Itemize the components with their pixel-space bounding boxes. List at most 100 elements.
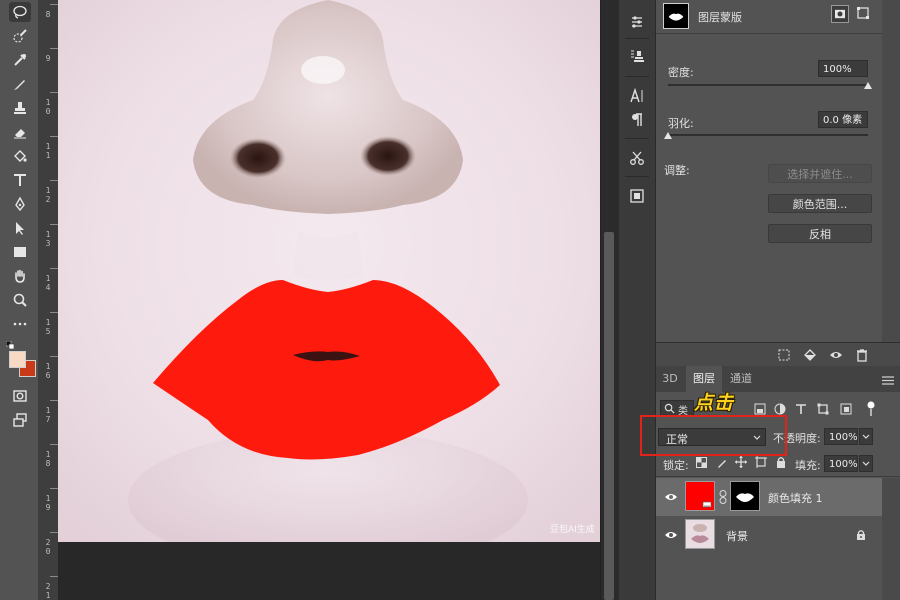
eraser-tool-icon[interactable] bbox=[9, 122, 31, 142]
more-tools-icon[interactable] bbox=[9, 314, 31, 334]
character-panel-icon[interactable] bbox=[627, 86, 647, 106]
filter-adjustment-icon[interactable] bbox=[774, 403, 786, 415]
feather-field[interactable]: 0.0 像素 bbox=[818, 111, 868, 128]
ruler-label: 1 4 bbox=[45, 274, 51, 292]
libraries-icon[interactable] bbox=[627, 186, 647, 206]
quick-mask-icon[interactable] bbox=[9, 386, 31, 406]
properties-panel: 图层蒙版 密度: 100% 羽化: 0.0 像素 调整: 选择并遮住... 颜色… bbox=[656, 0, 882, 342]
ruler-label: 9 bbox=[45, 54, 51, 63]
layer-mask-thumbnail[interactable] bbox=[730, 481, 760, 511]
filter-toggle-icon[interactable] bbox=[866, 401, 876, 417]
eye-icon[interactable] bbox=[664, 528, 678, 542]
ruler-label: 2 0 bbox=[45, 538, 51, 556]
layer-fill-thumbnail[interactable] bbox=[685, 481, 715, 511]
feather-slider-thumb[interactable] bbox=[664, 132, 672, 139]
ruler-label: 1 6 bbox=[45, 362, 51, 380]
lock-image-pixels-icon[interactable] bbox=[716, 456, 728, 468]
panel-icon-strip bbox=[619, 0, 656, 600]
lock-icon[interactable] bbox=[856, 529, 866, 541]
opacity-dropdown[interactable] bbox=[859, 428, 873, 445]
foreground-color-swatch[interactable] bbox=[9, 351, 26, 368]
tools-panel bbox=[0, 0, 39, 600]
opacity-field[interactable]: 100% bbox=[824, 428, 858, 445]
density-slider-thumb[interactable] bbox=[864, 82, 872, 89]
pen-tool-icon[interactable] bbox=[9, 194, 31, 214]
properties-scrollbar[interactable] bbox=[882, 0, 900, 342]
density-slider-track[interactable] bbox=[668, 84, 868, 86]
delete-mask-icon[interactable] bbox=[854, 347, 870, 363]
ruler-label: 1 7 bbox=[45, 406, 51, 424]
eyedropper-tool-icon[interactable] bbox=[9, 50, 31, 70]
clone-stamp-tool-icon[interactable] bbox=[9, 98, 31, 118]
adjustments-sliders-icon[interactable] bbox=[627, 12, 647, 32]
highlight-box bbox=[640, 415, 787, 456]
eye-icon[interactable] bbox=[664, 490, 678, 504]
ruler-label: 1 5 bbox=[45, 318, 51, 336]
link-icon[interactable] bbox=[719, 490, 727, 504]
paragraph-panel-icon[interactable] bbox=[627, 110, 647, 130]
search-icon bbox=[664, 403, 675, 414]
select-and-mask-button[interactable]: 选择并遮住... bbox=[768, 164, 872, 183]
document-canvas[interactable]: 豆包AI生成 bbox=[58, 0, 600, 542]
ruler-label: 2 1 bbox=[45, 582, 51, 600]
properties-footer bbox=[656, 342, 900, 367]
filter-pixel-icon[interactable] bbox=[754, 403, 766, 415]
invert-button[interactable]: 反相 bbox=[768, 224, 872, 243]
quick-selection-tool-icon[interactable] bbox=[9, 26, 31, 46]
zoom-tool-icon[interactable] bbox=[9, 290, 31, 310]
rectangle-tool-icon[interactable] bbox=[9, 242, 31, 262]
ruler-label: 1 8 bbox=[45, 450, 51, 468]
toggle-mask-visibility-icon[interactable] bbox=[828, 347, 844, 363]
feather-slider-track[interactable] bbox=[668, 134, 868, 136]
face-photo-image: 豆包AI生成 bbox=[58, 0, 600, 542]
default-colors-icon[interactable] bbox=[5, 339, 15, 350]
layer-row-color-fill[interactable]: 颜色填充 1 bbox=[656, 478, 882, 516]
filter-smart-object-icon[interactable] bbox=[840, 403, 852, 415]
tool-presets-icon[interactable] bbox=[627, 148, 647, 168]
pixel-mask-icon[interactable] bbox=[831, 5, 849, 23]
fill-label: 填充: bbox=[795, 459, 821, 472]
background-layer-thumbnail[interactable] bbox=[685, 519, 715, 549]
hand-tool-icon[interactable] bbox=[9, 266, 31, 286]
load-selection-icon[interactable] bbox=[776, 347, 792, 363]
chevron-down-icon bbox=[862, 434, 870, 439]
layer-row-background[interactable]: 背景 bbox=[656, 516, 882, 554]
click-hint-label: 点击 bbox=[694, 392, 735, 414]
lock-label: 锁定: bbox=[663, 459, 689, 472]
panel-menu-icon[interactable] bbox=[882, 375, 894, 385]
properties-title: 图层蒙版 bbox=[698, 11, 742, 24]
lasso-tool-icon[interactable] bbox=[9, 2, 31, 22]
canvas-scroll-thumb[interactable] bbox=[604, 232, 614, 600]
canvas-pasteboard bbox=[58, 542, 600, 600]
color-range-button[interactable]: 颜色范围... bbox=[768, 194, 872, 213]
screen-mode-icon[interactable] bbox=[9, 410, 31, 430]
type-tool-icon[interactable] bbox=[9, 170, 31, 190]
lock-transparent-icon[interactable] bbox=[696, 457, 707, 468]
layers-scrollbar[interactable] bbox=[882, 478, 900, 600]
layers-tab-bar: 3D 图层 通道 bbox=[656, 366, 900, 392]
mask-thumbnail[interactable] bbox=[663, 3, 689, 29]
adjust-label: 调整: bbox=[664, 164, 690, 177]
tab-3d[interactable]: 3D bbox=[656, 366, 684, 392]
paint-bucket-tool-icon[interactable] bbox=[9, 146, 31, 166]
lock-position-icon[interactable] bbox=[735, 456, 747, 468]
ruler-label: 1 3 bbox=[45, 230, 51, 248]
clone-source-icon[interactable] bbox=[627, 46, 647, 66]
filter-type-icon[interactable] bbox=[795, 403, 807, 415]
ruler-label: 8 bbox=[45, 10, 51, 19]
filter-shape-icon[interactable] bbox=[817, 403, 829, 415]
ruler-label: 1 1 bbox=[45, 142, 51, 160]
brush-tool-icon[interactable] bbox=[9, 74, 31, 94]
fill-field[interactable]: 100% bbox=[824, 455, 858, 472]
density-field[interactable]: 100% bbox=[818, 60, 868, 77]
feather-label: 羽化: bbox=[668, 117, 694, 130]
fill-dropdown[interactable] bbox=[859, 455, 873, 472]
lock-artboard-icon[interactable] bbox=[755, 456, 767, 468]
vector-mask-icon[interactable] bbox=[856, 6, 872, 22]
vertical-ruler: 8 9 1 0 1 1 1 2 1 3 1 4 1 5 1 6 1 7 1 8 1 9 2 0 2 1 bbox=[38, 0, 59, 600]
apply-mask-icon[interactable] bbox=[802, 347, 818, 363]
path-selection-tool-icon[interactable] bbox=[9, 218, 31, 238]
watermark-text: 豆包AI生成 bbox=[550, 523, 595, 535]
density-label: 密度: bbox=[668, 66, 694, 79]
lock-all-icon[interactable] bbox=[775, 456, 787, 468]
